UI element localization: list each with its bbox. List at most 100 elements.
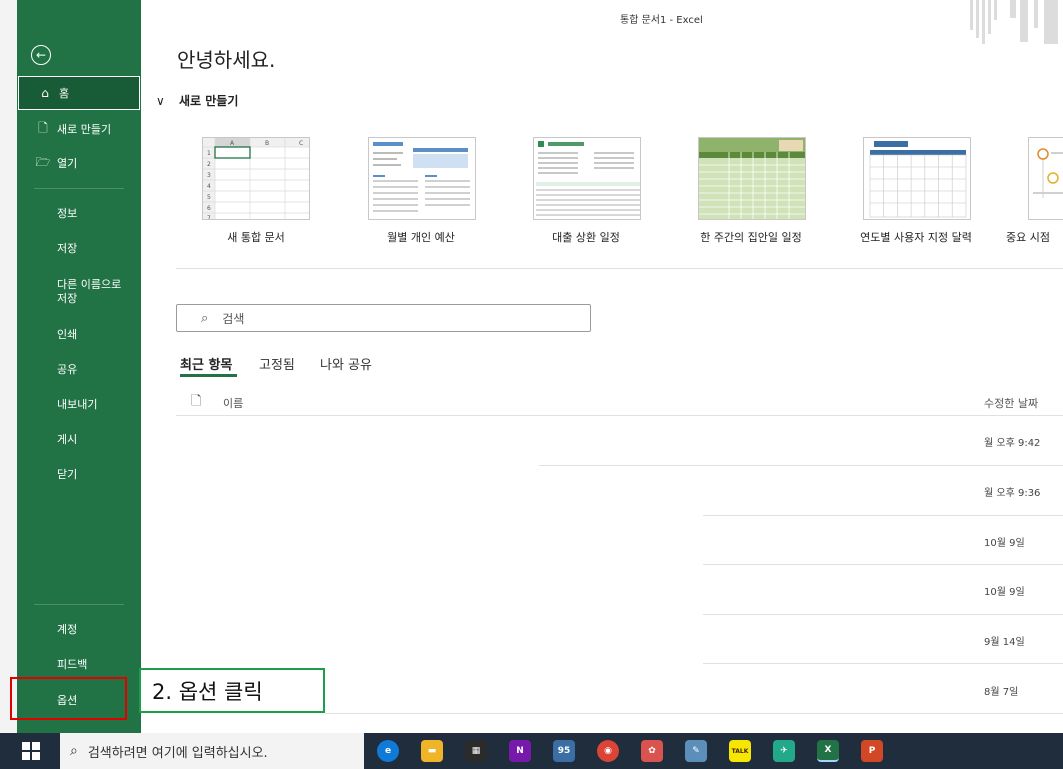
onenote-icon[interactable]: N <box>509 740 531 762</box>
excel-icon[interactable]: X <box>817 740 839 762</box>
mail-icon[interactable]: 95 <box>553 740 575 762</box>
xmind-icon[interactable]: ✈ <box>773 740 795 762</box>
row-divider <box>703 564 1063 565</box>
template-label: 대출 상환 일정 <box>552 231 620 244</box>
microsoft-store-icon[interactable]: ▦ <box>465 740 487 762</box>
taskbar-search-input[interactable]: ⌕ 검색하려면 여기에 입력하십시오. <box>60 733 364 769</box>
template-weekly-chores[interactable] <box>698 137 806 220</box>
chrome-icon[interactable]: ◉ <box>597 740 619 762</box>
tab-shared-with-me[interactable]: 나와 공유 <box>320 354 372 373</box>
row-divider <box>325 713 1063 714</box>
sidebar-item-label: 공유 <box>57 363 78 376</box>
file-explorer-icon[interactable]: ▬ <box>421 740 443 762</box>
search-input[interactable]: ⌕ 검색 <box>176 304 591 332</box>
sidebar-item-save[interactable]: 저장 <box>17 237 141 259</box>
kakaotalk-icon[interactable]: TALK <box>729 740 751 762</box>
template-monthly-budget[interactable] <box>368 137 476 220</box>
greeting-heading: 안녕하세요. <box>177 48 276 72</box>
template-blank-workbook[interactable]: ABC 123 4567 <box>202 137 310 220</box>
chevron-down-icon: ∨ <box>156 94 165 108</box>
new-document-icon: 🗋 <box>38 120 48 135</box>
template-milestones[interactable] <box>1028 137 1063 220</box>
svg-text:B: B <box>265 140 269 147</box>
folder-open-icon: 🗁 <box>35 154 51 169</box>
calendar-thumbnail <box>869 141 967 218</box>
template-label: 월별 개인 예산 <box>387 231 455 244</box>
column-header-modified[interactable]: 수정한 날짜 <box>984 395 1038 411</box>
budget-thumbnail <box>373 142 470 212</box>
photo-icon[interactable]: ✎ <box>685 740 707 762</box>
template-yearly-calendar[interactable] <box>863 137 971 220</box>
sidebar-item-label: 홈 <box>59 87 70 100</box>
paint-icon[interactable]: ✿ <box>641 740 663 762</box>
recent-row-date[interactable]: 10월 9일 <box>984 534 1025 549</box>
sidebar-item-new[interactable]: 🗋 새로 만들기 <box>17 118 141 140</box>
options-highlight-box <box>10 677 127 720</box>
svg-text:6: 6 <box>207 205 211 212</box>
sidebar-divider <box>34 604 124 605</box>
new-section-title: 새로 만들기 <box>178 94 239 108</box>
sidebar-item-print[interactable]: 인쇄 <box>17 323 141 345</box>
svg-text:3: 3 <box>207 172 211 179</box>
sidebar-item-open[interactable]: 🗁 열기 <box>17 152 141 174</box>
sidebar-item-label: 새로 만들기 <box>57 123 112 136</box>
row-divider <box>703 515 1063 516</box>
sidebar-item-label: 저장 <box>57 242 78 255</box>
column-header-name[interactable]: 이름 <box>223 395 243 411</box>
recent-row-date[interactable]: 8월 7일 <box>984 683 1018 698</box>
row-divider <box>539 465 1063 466</box>
template-label: 중요 시점 <box>1006 231 1050 244</box>
milestones-thumbnail <box>1033 148 1063 198</box>
header-decoration-graphic <box>970 0 1058 44</box>
search-icon: ⌕ <box>70 743 78 759</box>
home-icon: ⌂ <box>41 86 49 100</box>
chores-thumbnail <box>699 138 805 219</box>
back-arrow-icon[interactable]: ← <box>31 45 51 65</box>
sidebar-item-save-as[interactable]: 다른 이름으로 저장 <box>17 276 141 308</box>
windows-taskbar: ⌕ 검색하려면 여기에 입력하십시오. e ▬ ▦ N 95 ◉ ✿ ✎ TALK ✈ X P <box>0 733 1063 769</box>
recent-row-date[interactable]: 월 오후 9:36 <box>984 484 1040 499</box>
sidebar-item-info[interactable]: 정보 <box>17 202 141 224</box>
recent-row-date[interactable]: 10월 9일 <box>984 583 1025 598</box>
sidebar-item-publish[interactable]: 게시 <box>17 428 141 450</box>
row-divider <box>703 663 1063 664</box>
active-tab-indicator <box>180 374 237 377</box>
sidebar-item-export[interactable]: 내보내기 <box>17 393 141 415</box>
powerpoint-icon[interactable]: P <box>861 740 883 762</box>
svg-text:2: 2 <box>207 161 211 168</box>
template-label: 연도별 사용자 지정 달력 <box>860 231 972 244</box>
sidebar-item-home[interactable]: ⌂ 홈 <box>18 76 140 110</box>
sidebar-item-close[interactable]: 닫기 <box>17 463 141 485</box>
window-title: 통합 문서1 - Excel <box>620 15 703 26</box>
search-placeholder: 검색 <box>222 311 245 326</box>
file-type-icon: 🗋 <box>191 394 202 409</box>
backstage-sidebar: ← ⌂ 홈 🗋 새로 만들기 🗁 열기 정보 저장 다른 이름으로 저장 인쇄 … <box>17 0 141 733</box>
sidebar-item-label: 인쇄 <box>57 328 78 341</box>
header-divider <box>176 415 1063 416</box>
sidebar-item-label: 계정 <box>57 623 78 636</box>
instruction-callout: 2. 옵션 클릭 <box>139 668 325 713</box>
new-section-toggle[interactable]: ∨ 새로 만들기 <box>156 92 238 109</box>
template-loan-schedule[interactable] <box>533 137 641 220</box>
sidebar-item-label: 열기 <box>57 157 78 170</box>
sidebar-item-share[interactable]: 공유 <box>17 358 141 380</box>
sidebar-item-label: 정보 <box>57 207 78 220</box>
sidebar-item-feedback[interactable]: 피드백 <box>17 653 141 675</box>
recent-row-date[interactable]: 월 오후 9:42 <box>984 434 1040 449</box>
blank-workbook-thumbnail: ABC 123 4567 <box>203 138 309 220</box>
svg-text:7: 7 <box>207 215 211 220</box>
edge-icon[interactable]: e <box>377 740 399 762</box>
section-divider <box>176 268 1063 269</box>
sidebar-item-label: 닫기 <box>57 468 78 481</box>
tab-pinned[interactable]: 고정됨 <box>259 354 295 373</box>
excel-backstage-window: ← ⌂ 홈 🗋 새로 만들기 🗁 열기 정보 저장 다른 이름으로 저장 인쇄 … <box>0 0 1063 769</box>
tab-recent[interactable]: 최근 항목 <box>180 354 232 373</box>
svg-text:4: 4 <box>207 183 211 190</box>
recent-row-date[interactable]: 9월 14일 <box>984 633 1025 648</box>
svg-text:1: 1 <box>207 150 211 157</box>
loan-thumbnail <box>536 141 640 216</box>
sidebar-divider <box>34 188 124 189</box>
search-icon: ⌕ <box>201 310 209 326</box>
sidebar-item-account[interactable]: 계정 <box>17 618 141 640</box>
windows-start-icon[interactable] <box>22 742 40 760</box>
